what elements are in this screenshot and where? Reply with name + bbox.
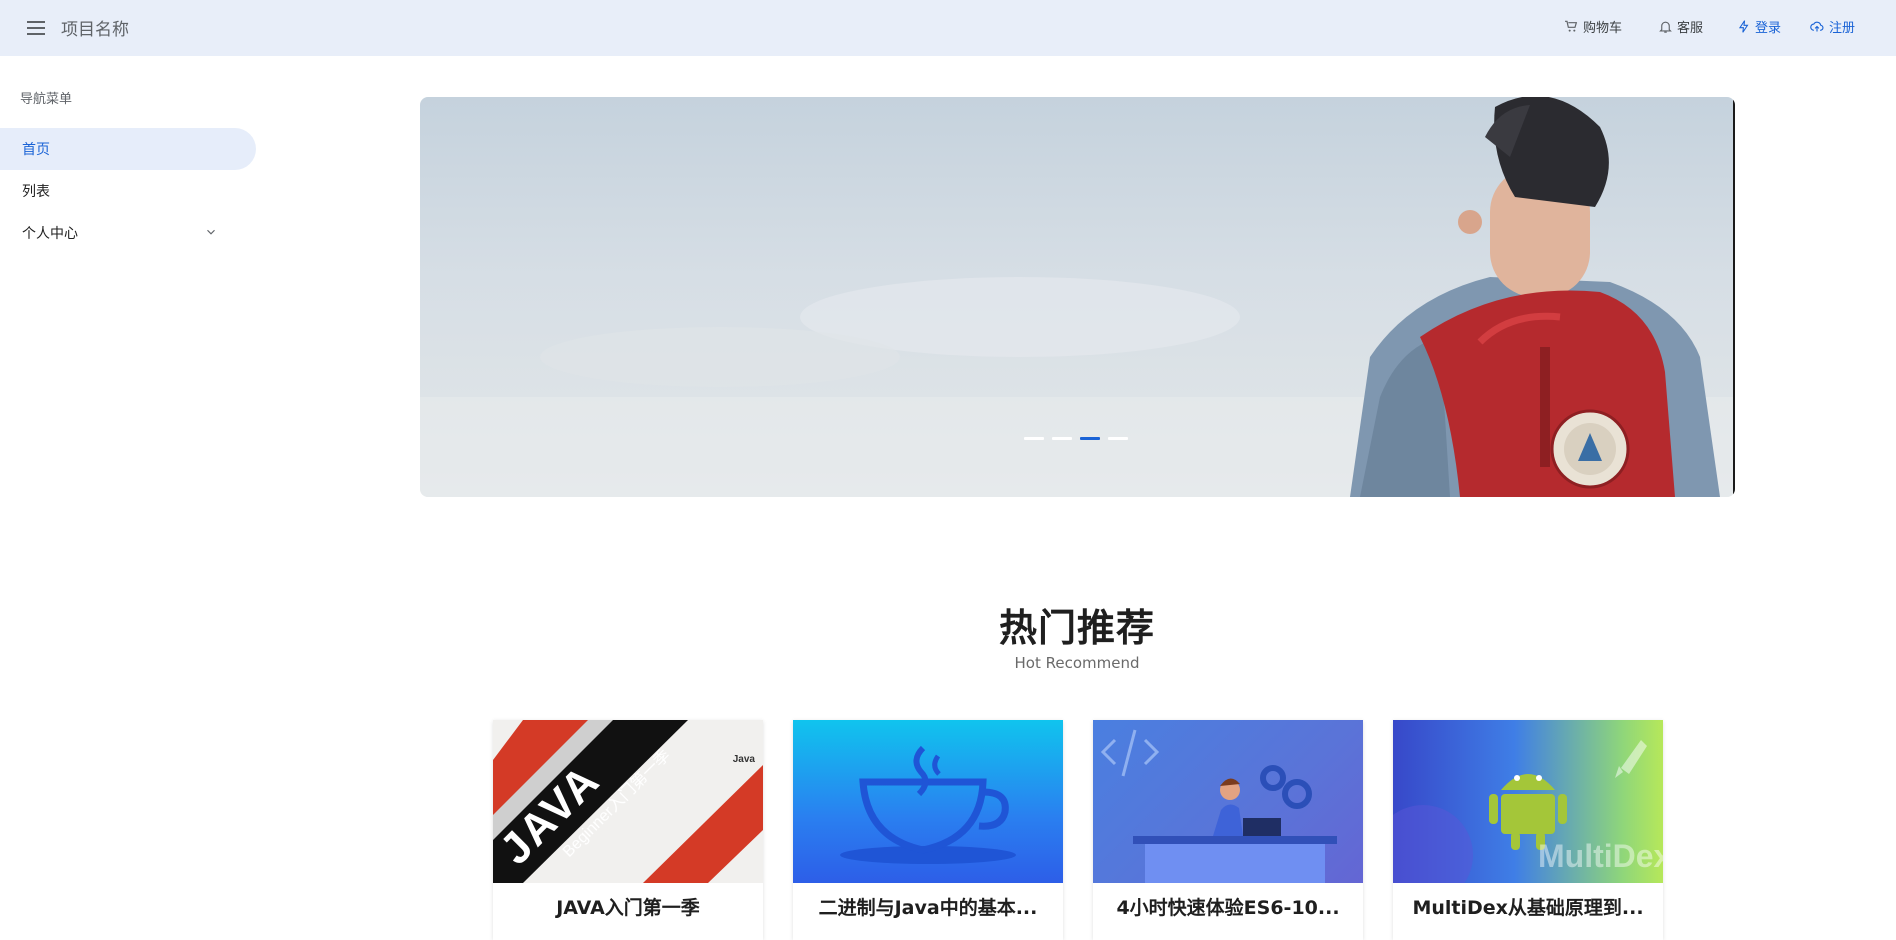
app-title: 项目名称	[61, 20, 129, 40]
course-title: 二进制与Java中的基本...	[818, 897, 1038, 919]
cart-label: 购物车	[1583, 20, 1623, 36]
sidebar-item-label: 首页	[22, 142, 50, 158]
chevron-down-icon	[207, 229, 215, 235]
sidebar-item-label: 个人中心	[22, 226, 78, 242]
carousel-indicator[interactable]	[1024, 437, 1044, 440]
service-label: 客服	[1677, 20, 1704, 36]
coffee-cup-icon	[840, 745, 1016, 864]
carousel-indicator[interactable]	[1108, 437, 1128, 440]
course-thumbnail: JAVA Beginner入门第一季 Java	[493, 720, 763, 883]
cart-button[interactable]: 购物车	[1563, 15, 1622, 37]
sidebar-item-profile[interactable]: 个人中心	[0, 212, 256, 254]
sidebar-item-label: 列表	[22, 184, 50, 200]
course-title: 4小时快速体验ES6-10...	[1116, 897, 1340, 919]
carousel-indicator-active[interactable]	[1080, 437, 1100, 440]
course-thumbnail	[793, 720, 1063, 883]
course-card[interactable]: MultiDex MultiDex从基础原理到...	[1393, 720, 1663, 940]
java-logo: Java	[732, 754, 755, 765]
course-title: JAVA入门第一季	[556, 897, 700, 919]
section-subtitle: Hot Recommend	[1014, 654, 1140, 672]
menu-icon[interactable]	[24, 16, 48, 40]
nav-drawer: 导航菜单 首页 列表 个人中心	[0, 56, 256, 932]
cart-icon	[1565, 20, 1578, 32]
service-button[interactable]: 客服	[1658, 15, 1703, 37]
top-app-bar: 项目名称 购物车 客服 登录 注册	[0, 0, 1896, 56]
sidebar-item-home[interactable]: 首页	[0, 128, 256, 170]
thumb-text: MultiDex	[1538, 838, 1663, 874]
developer-illustration	[1100, 729, 1337, 883]
section-title: 热门推荐	[998, 606, 1155, 650]
cloud-upload-icon	[1810, 21, 1824, 31]
register-label: 注册	[1829, 20, 1856, 36]
course-thumbnail: MultiDex	[1393, 720, 1663, 883]
course-card[interactable]: 4小时快速体验ES6-10...	[1093, 720, 1363, 940]
course-title: MultiDex从基础原理到...	[1412, 897, 1644, 919]
login-label: 登录	[1755, 20, 1782, 36]
lightning-icon	[1738, 19, 1749, 33]
carousel-indicators	[1024, 437, 1128, 440]
sidebar-item-list[interactable]: 列表	[0, 170, 256, 212]
course-card[interactable]: 二进制与Java中的基本...	[793, 720, 1063, 940]
course-card[interactable]: JAVA Beginner入门第一季 Java JAVA入门第一季	[493, 720, 763, 940]
bell-icon	[1659, 21, 1672, 33]
carousel-indicator[interactable]	[1052, 437, 1072, 440]
nav-heading: 导航菜单	[20, 92, 73, 107]
banner-carousel[interactable]	[420, 97, 1735, 497]
register-button[interactable]: 注册	[1809, 15, 1855, 37]
course-thumbnail	[1093, 720, 1363, 883]
login-button[interactable]: 登录	[1737, 15, 1781, 37]
